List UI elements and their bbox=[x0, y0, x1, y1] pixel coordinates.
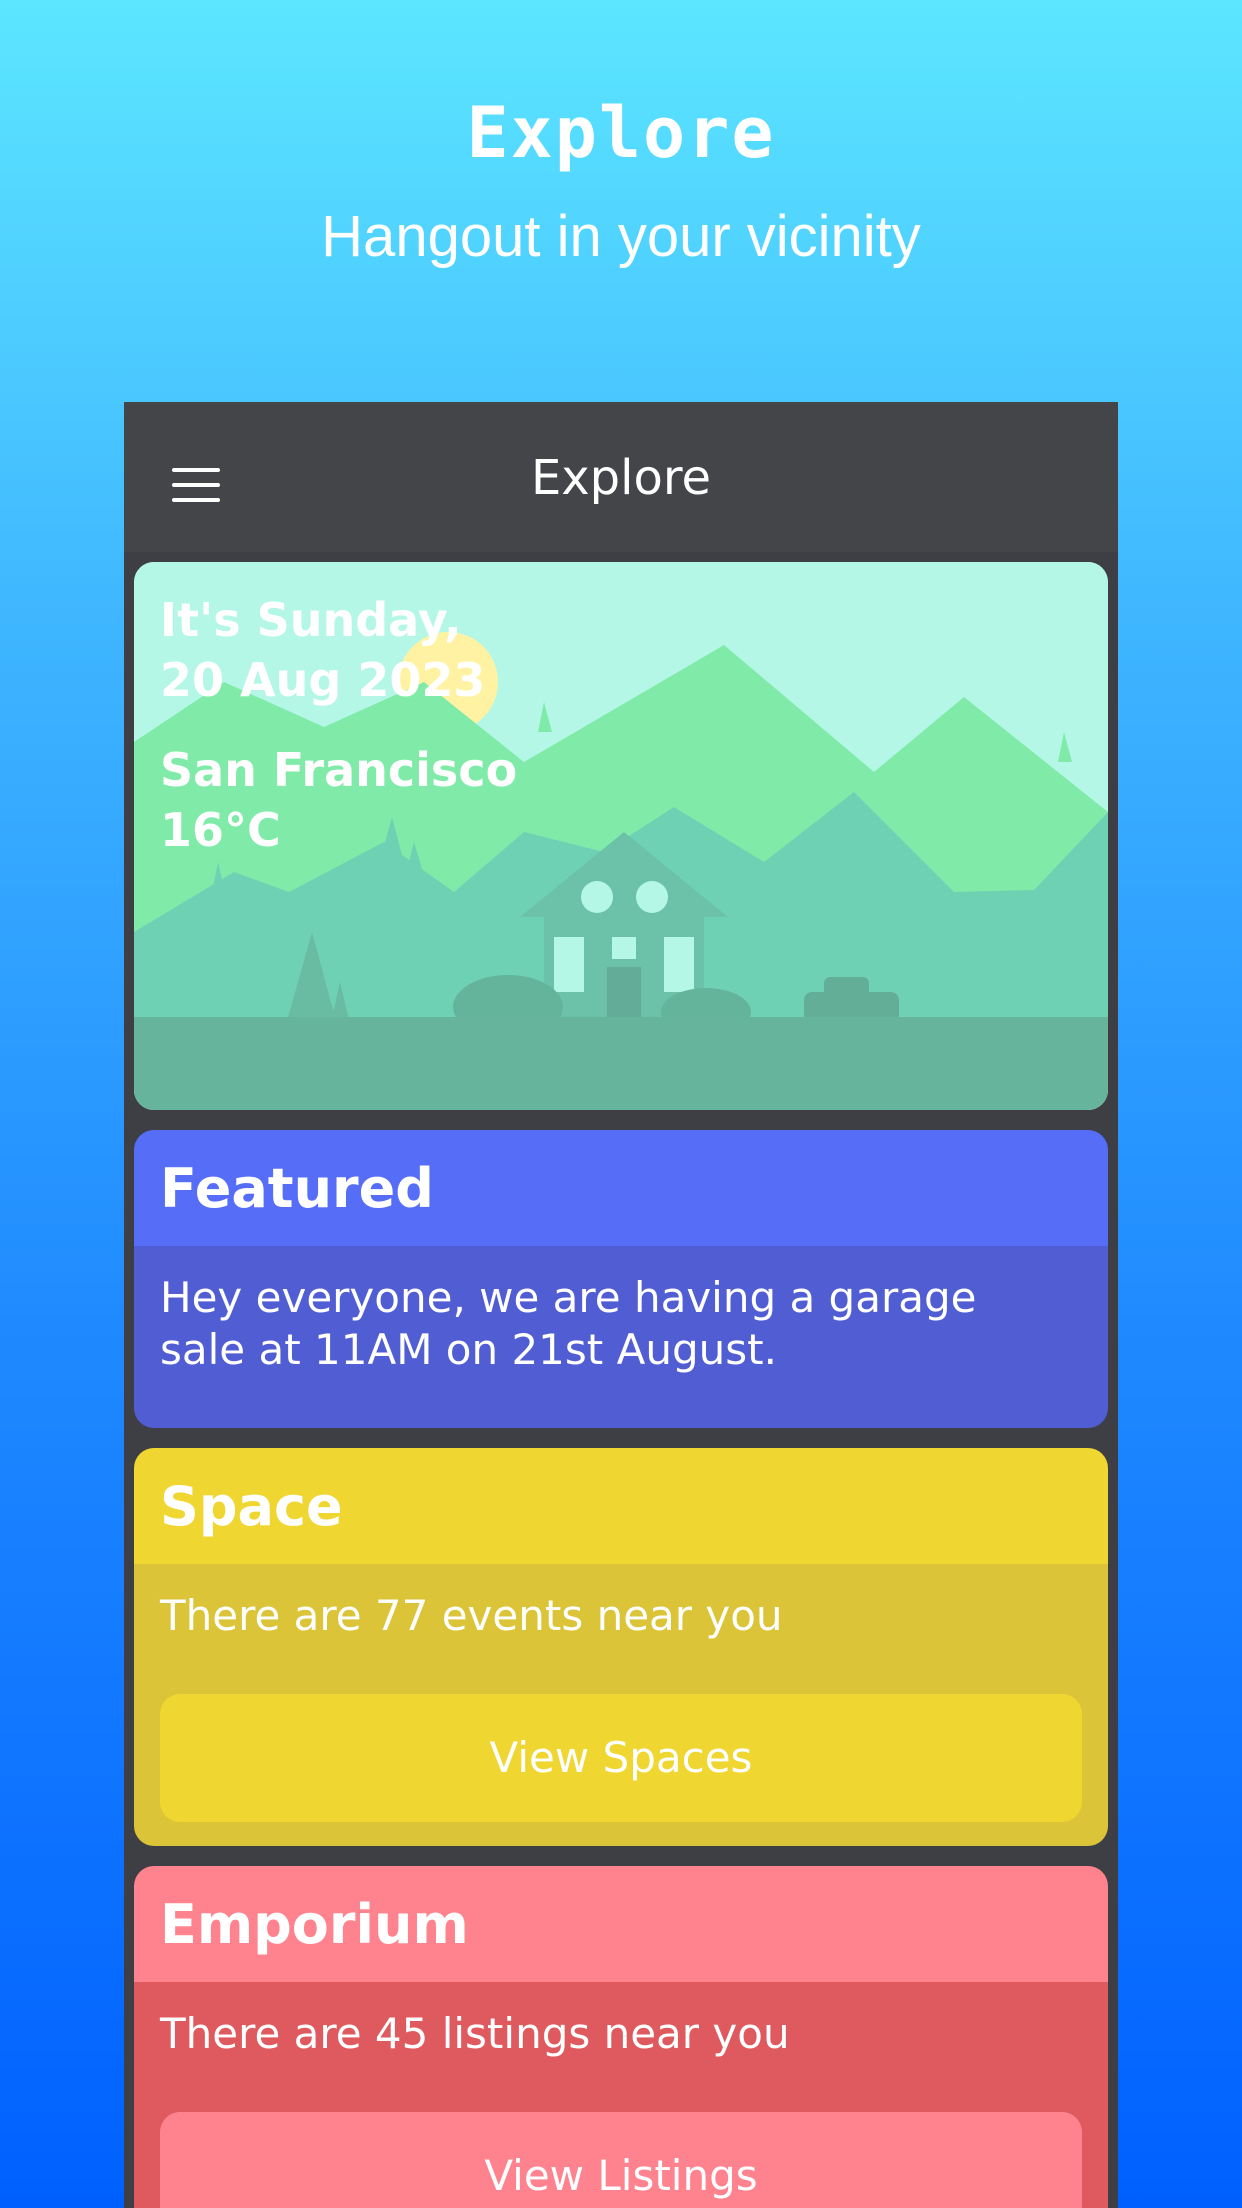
emporium-card: Emporium There are 45 listings near you … bbox=[134, 1866, 1108, 2208]
space-message: There are 77 events near you bbox=[160, 1591, 783, 1640]
featured-card: Featured Hey everyone, we are having a g… bbox=[134, 1130, 1108, 1428]
app-bar-title: Explore bbox=[530, 450, 712, 506]
weather-day: It's Sunday, bbox=[160, 593, 462, 647]
view-spaces-button[interactable]: View Spaces bbox=[160, 1694, 1082, 1822]
weather-date: 20 Aug 2023 bbox=[160, 653, 486, 707]
featured-message: Hey everyone, we are having a garage sal… bbox=[160, 1273, 977, 1374]
weather-temperature: 16°C bbox=[160, 803, 281, 857]
featured-title: Featured bbox=[160, 1157, 434, 1220]
featured-body: Hey everyone, we are having a garage sal… bbox=[134, 1246, 1108, 1428]
app-bar: Explore bbox=[124, 402, 1118, 552]
space-card: Space There are 77 events near you View … bbox=[134, 1448, 1108, 1846]
view-listings-button[interactable]: View Listings bbox=[160, 2112, 1082, 2208]
emporium-message: There are 45 listings near you bbox=[160, 2009, 790, 2058]
space-header: Space bbox=[134, 1448, 1108, 1564]
emporium-header: Emporium bbox=[134, 1866, 1108, 1982]
weather-card: It's Sunday, 20 Aug 2023 San Francisco 1… bbox=[134, 562, 1108, 1110]
emporium-title: Emporium bbox=[160, 1893, 469, 1956]
hero-title: Explore bbox=[466, 92, 776, 174]
featured-header: Featured bbox=[134, 1130, 1108, 1246]
weather-city: San Francisco bbox=[160, 743, 518, 797]
space-body: There are 77 events near you View Spaces bbox=[134, 1564, 1108, 1846]
emporium-body: There are 45 listings near you View List… bbox=[134, 1982, 1108, 2208]
phone-screen: Explore It's Sunday, 20 Aug 2023 San Fra… bbox=[124, 402, 1118, 2208]
space-title: Space bbox=[160, 1475, 343, 1538]
hero-subtitle: Hangout in your vicinity bbox=[321, 204, 921, 269]
